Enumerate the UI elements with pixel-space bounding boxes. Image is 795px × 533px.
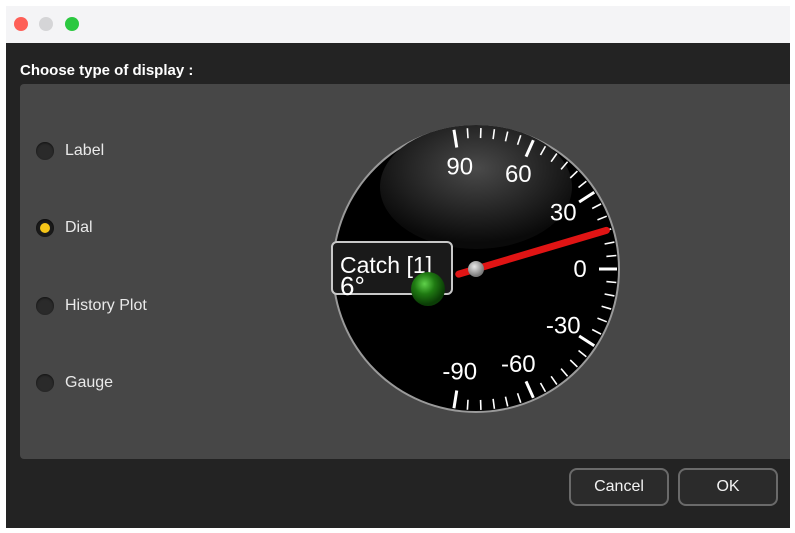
minimize-window-button[interactable]: [39, 17, 53, 31]
dialog-window: Choose type of display : Label Dial Hist…: [6, 6, 790, 528]
dial-tick-label: 60: [505, 161, 532, 188]
dial-svg: 90 60300-30-60-90 Catch [1] 6°: [331, 125, 620, 413]
minor-tick: [466, 399, 469, 410]
dial-tick-label: 0: [573, 256, 586, 283]
option-history-plot[interactable]: History Plot: [36, 294, 147, 318]
dial-tick-label: -30: [546, 313, 581, 340]
dial-tick-label: -90: [442, 359, 477, 386]
cancel-button[interactable]: Cancel: [569, 468, 669, 506]
radio-gauge[interactable]: [36, 374, 54, 392]
option-label-text: Label: [65, 142, 105, 159]
zoom-window-button[interactable]: [65, 17, 79, 31]
radio-dial[interactable]: [36, 219, 54, 237]
option-dial-text: Dial: [65, 219, 93, 236]
minor-tick: [606, 254, 617, 258]
dial-hub: [468, 261, 484, 277]
dial-tick-label: 30: [550, 199, 577, 226]
dial-gloss: [380, 125, 572, 249]
ok-button[interactable]: OK: [678, 468, 778, 506]
display-type-heading: Choose type of display :: [20, 62, 194, 79]
display-type-panel: Label Dial History Plot Gauge 90 60 30 0…: [20, 84, 790, 459]
dial-tick-label: 90: [446, 153, 473, 180]
title-bar: [6, 6, 790, 43]
option-history-plot-text: History Plot: [65, 297, 147, 314]
option-dial[interactable]: Dial: [36, 216, 93, 240]
minor-tick: [606, 280, 617, 284]
option-gauge-text: Gauge: [65, 374, 114, 391]
radio-label[interactable]: [36, 142, 54, 160]
green-indicator: [411, 272, 445, 306]
option-label[interactable]: Label: [36, 139, 104, 163]
dial-preview: 90 60 30 0 -30 -60 -90 Catch [1] 6°: [330, 123, 622, 415]
caption-value: 6°: [340, 271, 365, 301]
dial-tick-label: -60: [501, 351, 536, 378]
radio-history-plot[interactable]: [36, 297, 54, 315]
option-gauge[interactable]: Gauge: [36, 371, 113, 395]
minor-tick: [466, 128, 469, 139]
close-window-button[interactable]: [14, 17, 28, 31]
